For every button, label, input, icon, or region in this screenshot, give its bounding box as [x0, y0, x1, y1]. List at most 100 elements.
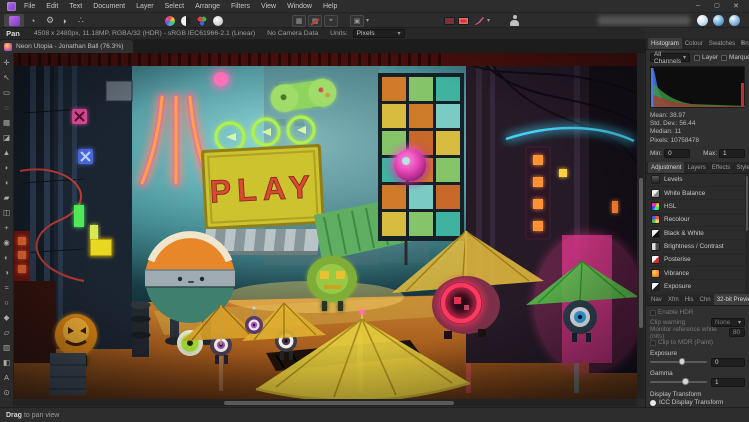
mono-preview-icon[interactable]: [181, 14, 191, 27]
adjustment-item[interactable]: HSL: [646, 200, 749, 214]
menu-item[interactable]: Document: [93, 3, 125, 10]
adjustment-scrollbar[interactable]: [745, 173, 749, 294]
exposure-input[interactable]: 0: [711, 357, 745, 367]
view-mode-icon[interactable]: ▣: [350, 14, 369, 27]
snapping-off-icon[interactable]: ▦: [308, 14, 322, 27]
colour-picker-tool[interactable]: ◗: [0, 160, 14, 175]
panel-tab[interactable]: His: [682, 294, 697, 305]
fill-tool[interactable]: ◧: [0, 355, 14, 370]
adjustment-item[interactable]: Recolour: [646, 214, 749, 227]
sphere-icon-2[interactable]: [713, 14, 724, 27]
gamma-slider[interactable]: [650, 378, 707, 386]
channel-selector-dropdown[interactable]: All Channels: [650, 51, 691, 65]
view-tool[interactable]: ✛: [0, 55, 14, 70]
flood-select-tool[interactable]: ▲: [0, 145, 14, 160]
panel-menu-icon[interactable]: [740, 40, 747, 46]
blur-tool[interactable]: ○: [0, 295, 14, 310]
sphere-icon-3[interactable]: [729, 14, 740, 27]
minimize-button[interactable]: [693, 2, 703, 10]
marquee-tool[interactable]: ▭: [0, 85, 14, 100]
export-persona-icon[interactable]: ∴: [78, 14, 84, 27]
panel-tab[interactable]: Nav: [648, 294, 665, 305]
paint-brush-tool[interactable]: ◖: [0, 175, 14, 190]
menu-item[interactable]: Text: [69, 3, 82, 10]
assistant-icon[interactable]: [510, 14, 519, 27]
document-tab[interactable]: Neon Utopia - Jonathan Ball (76.3%): [0, 40, 134, 53]
adjustment-item[interactable]: Black & White: [646, 227, 749, 241]
panel-tab[interactable]: Styles: [733, 162, 749, 173]
healing-tool[interactable]: +: [0, 220, 14, 235]
exposure-slider-handle[interactable]: [678, 358, 685, 365]
snapping-options-icon[interactable]: ⌖: [324, 14, 338, 27]
adjustment-item[interactable]: Levels: [646, 174, 749, 188]
sharpen-tool[interactable]: ◆: [0, 310, 14, 325]
gamma-slider-handle[interactable]: [682, 378, 689, 385]
snapping-toggle-icon[interactable]: ▦: [292, 14, 306, 27]
white-point-icon[interactable]: [213, 14, 223, 27]
pixel-tool[interactable]: ▰: [0, 190, 14, 205]
horizontal-scrollbar[interactable]: [14, 399, 637, 406]
adjustment-item[interactable]: Posterise: [646, 254, 749, 267]
gradient-tool[interactable]: ▥: [0, 340, 14, 355]
max-input[interactable]: 1: [719, 148, 745, 158]
text-tool[interactable]: A: [0, 370, 14, 385]
panel-tab[interactable]: Colour: [682, 38, 706, 49]
enable-hdr-checkbox[interactable]: [650, 309, 656, 316]
blemish-tool[interactable]: ◉: [0, 235, 14, 250]
zoom-tool[interactable]: ⊙: [0, 385, 14, 400]
menu-item[interactable]: Edit: [46, 3, 58, 10]
canvas-viewport[interactable]: PLAY: [14, 53, 637, 399]
menu-item[interactable]: Select: [165, 3, 184, 10]
close-button[interactable]: [731, 2, 741, 10]
move-tool[interactable]: ↖: [0, 70, 14, 85]
smudge-tool[interactable]: ≈: [0, 280, 14, 295]
adjustment-item[interactable]: Vibrance: [646, 267, 749, 281]
menu-item[interactable]: File: [24, 3, 35, 10]
adjustment-item[interactable]: Exposure: [646, 280, 749, 294]
menu-item[interactable]: Window: [287, 3, 312, 10]
panel-tab[interactable]: 32-bit Preview: [713, 293, 749, 305]
min-input[interactable]: 0: [664, 148, 691, 158]
marquee-checkbox[interactable]: [721, 54, 728, 61]
brush-stabiliser-icon[interactable]: [474, 14, 490, 27]
rgb-channels-icon[interactable]: [197, 14, 207, 27]
panel-tab[interactable]: Effects: [709, 162, 734, 173]
adjustment-item[interactable]: White Balance: [646, 187, 749, 201]
menu-item[interactable]: Filters: [231, 3, 250, 10]
exposure-slider[interactable]: [650, 358, 707, 366]
develop-persona-icon[interactable]: ⚙: [46, 14, 54, 27]
dodge-tool[interactable]: ◐: [0, 250, 14, 265]
selection-brush-tool[interactable]: ◪: [0, 130, 14, 145]
menu-item[interactable]: View: [261, 3, 276, 10]
colour-wheel-icon[interactable]: [165, 14, 175, 27]
menu-item[interactable]: Arrange: [195, 3, 220, 10]
menu-item[interactable]: Layer: [136, 3, 154, 10]
panel-tab[interactable]: Swatches: [706, 38, 738, 49]
erase-tool[interactable]: ▱: [0, 325, 14, 340]
panel-tab[interactable]: Histogram: [648, 38, 682, 49]
panel-tab[interactable]: Chn: [697, 294, 714, 305]
lasso-tool[interactable]: ◌: [0, 100, 14, 115]
panel-tab[interactable]: Layers: [684, 162, 708, 173]
sphere-icon-1[interactable]: [697, 14, 708, 27]
liquify-persona-icon[interactable]: ◔: [30, 14, 35, 27]
units-dropdown[interactable]: Pixels: [352, 29, 405, 38]
clip-mdr-checkbox[interactable]: [650, 339, 656, 346]
menu-item[interactable]: Help: [323, 3, 337, 10]
panel-tab[interactable]: Adjustment: [648, 161, 685, 173]
layer-checkbox[interactable]: [694, 54, 701, 61]
maximize-button[interactable]: [712, 2, 722, 10]
crop-tool[interactable]: ▦: [0, 115, 14, 130]
tonemap-persona-icon[interactable]: ◗: [62, 14, 67, 27]
hscroll-thumb[interactable]: [224, 400, 454, 405]
vertical-scrollbar[interactable]: [637, 53, 644, 399]
clone-tool[interactable]: ◫: [0, 205, 14, 220]
gamma-input[interactable]: 1: [711, 377, 745, 387]
burn-tool[interactable]: ◑: [0, 265, 14, 280]
vscroll-thumb[interactable]: [638, 178, 643, 328]
monitor-white-input[interactable]: 80: [729, 328, 745, 338]
colour-chip-dark[interactable]: [444, 14, 455, 27]
colour-chip-red[interactable]: [458, 14, 469, 27]
adjustment-item[interactable]: Brightness / Contrast: [646, 240, 749, 254]
panel-tab[interactable]: Xfm: [665, 294, 682, 305]
